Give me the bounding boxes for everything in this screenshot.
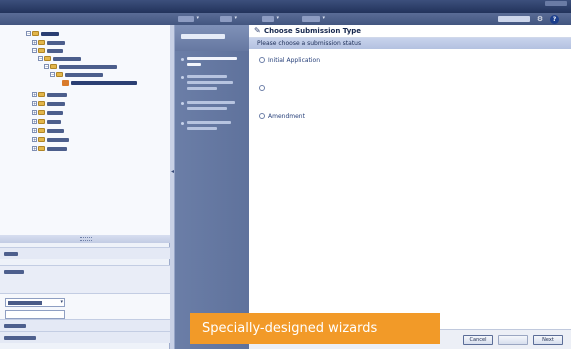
menu-new[interactable]: ▾ <box>262 15 279 22</box>
collapse-icon[interactable]: − <box>50 72 55 77</box>
content-subtitle: Please choose a submission status <box>257 40 362 47</box>
back-button[interactable] <box>498 335 528 345</box>
radio-initial-application[interactable] <box>259 57 265 63</box>
chevron-down-icon: ▾ <box>276 15 279 21</box>
search-input[interactable] <box>5 310 65 319</box>
pencil-icon: ✎ <box>254 26 261 35</box>
nav-reporting[interactable] <box>0 319 170 331</box>
tree-node[interactable]: + <box>32 146 72 152</box>
cancel-button[interactable]: Cancel <box>463 335 493 345</box>
feature-caption: Specially-designed wizards <box>190 313 440 344</box>
document-icon <box>62 80 69 86</box>
menu-find[interactable]: ▾ <box>220 15 237 22</box>
radio-option-2[interactable] <box>259 85 265 91</box>
tree-node[interactable]: + <box>32 119 72 125</box>
tree-node[interactable]: + <box>32 110 72 116</box>
tree-node[interactable]: − <box>50 72 110 78</box>
tree-node[interactable]: − <box>38 56 88 62</box>
nav-administration[interactable] <box>0 331 170 343</box>
folder-icon <box>38 40 45 45</box>
wizard-steps-panel <box>175 25 249 349</box>
folder-icon <box>38 128 45 133</box>
tree-node-selected[interactable] <box>56 80 146 86</box>
menu-goto[interactable]: ▾ <box>178 15 199 22</box>
user-menu[interactable] <box>545 1 567 6</box>
gear-icon[interactable]: ⚙ <box>536 15 544 23</box>
navigation-tree: − + − − − − + + + + + + + <box>0 25 170 235</box>
folder-icon <box>56 72 63 77</box>
expand-icon[interactable]: + <box>32 110 37 115</box>
step-dot-icon <box>181 58 184 61</box>
folder-icon <box>38 110 45 115</box>
folder-icon <box>44 56 51 61</box>
chevron-down-icon: ▾ <box>196 15 199 21</box>
expand-icon[interactable]: + <box>32 40 37 45</box>
help-icon[interactable]: ? <box>550 15 559 24</box>
folder-icon <box>38 119 45 124</box>
expand-icon[interactable]: + <box>32 146 37 151</box>
wizard-header <box>175 25 249 51</box>
app-header <box>0 0 571 13</box>
folder-icon <box>38 92 45 97</box>
expand-icon[interactable]: + <box>32 92 37 97</box>
tree-node[interactable]: − <box>44 64 124 70</box>
step-dot-icon <box>181 102 184 105</box>
tree-node[interactable]: − <box>32 48 72 54</box>
chevron-down-icon: ▾ <box>322 15 325 21</box>
menu-manage[interactable]: ▾ <box>302 15 325 22</box>
drag-handle-icon[interactable] <box>80 237 92 241</box>
tree-node[interactable]: + <box>32 101 72 107</box>
search-type-select[interactable]: ▾ <box>5 298 65 307</box>
tree-node[interactable]: − <box>26 31 66 37</box>
content-title: Choose Submission Type <box>264 27 362 35</box>
next-button[interactable]: Next <box>533 335 563 345</box>
tree-node[interactable]: + <box>32 137 72 143</box>
collapse-icon[interactable]: − <box>44 64 49 69</box>
content-subtitle-bar: Please choose a submission status <box>249 38 571 49</box>
folder-icon <box>38 146 45 151</box>
collapse-icon[interactable]: − <box>26 31 31 36</box>
chevron-down-icon: ▾ <box>60 299 63 305</box>
global-search-input[interactable] <box>498 16 530 22</box>
radio-amendment[interactable] <box>259 113 265 119</box>
expand-icon[interactable]: + <box>32 101 37 106</box>
tree-node[interactable]: + <box>32 92 72 98</box>
menu-bar: ▾ ▾ ▾ ▾ ⚙ ? <box>0 13 571 25</box>
folder-icon <box>50 64 57 69</box>
expand-icon[interactable]: + <box>32 119 37 124</box>
expand-icon[interactable]: + <box>32 137 37 142</box>
step-dot-icon <box>181 76 184 79</box>
folder-icon <box>38 137 45 142</box>
wizard-content: ✎ Choose Submission Type Please choose a… <box>249 25 571 349</box>
collapse-icon[interactable]: − <box>32 48 37 53</box>
left-panel: − + − − − − + + + + + + + ▾ <box>0 25 170 349</box>
panel-splitter[interactable] <box>0 235 170 243</box>
expand-icon[interactable]: + <box>32 128 37 133</box>
tree-node[interactable]: + <box>32 128 72 134</box>
folder-icon <box>32 31 39 36</box>
nav-home[interactable] <box>0 247 170 259</box>
folder-icon <box>38 48 45 53</box>
folder-icon <box>38 101 45 106</box>
nav-search-header[interactable] <box>0 265 170 293</box>
tree-node[interactable]: + <box>32 40 72 46</box>
chevron-down-icon: ▾ <box>234 15 237 21</box>
collapse-icon[interactable]: − <box>38 56 43 61</box>
step-dot-icon <box>181 122 184 125</box>
content-titlebar: ✎ Choose Submission Type <box>249 25 571 38</box>
